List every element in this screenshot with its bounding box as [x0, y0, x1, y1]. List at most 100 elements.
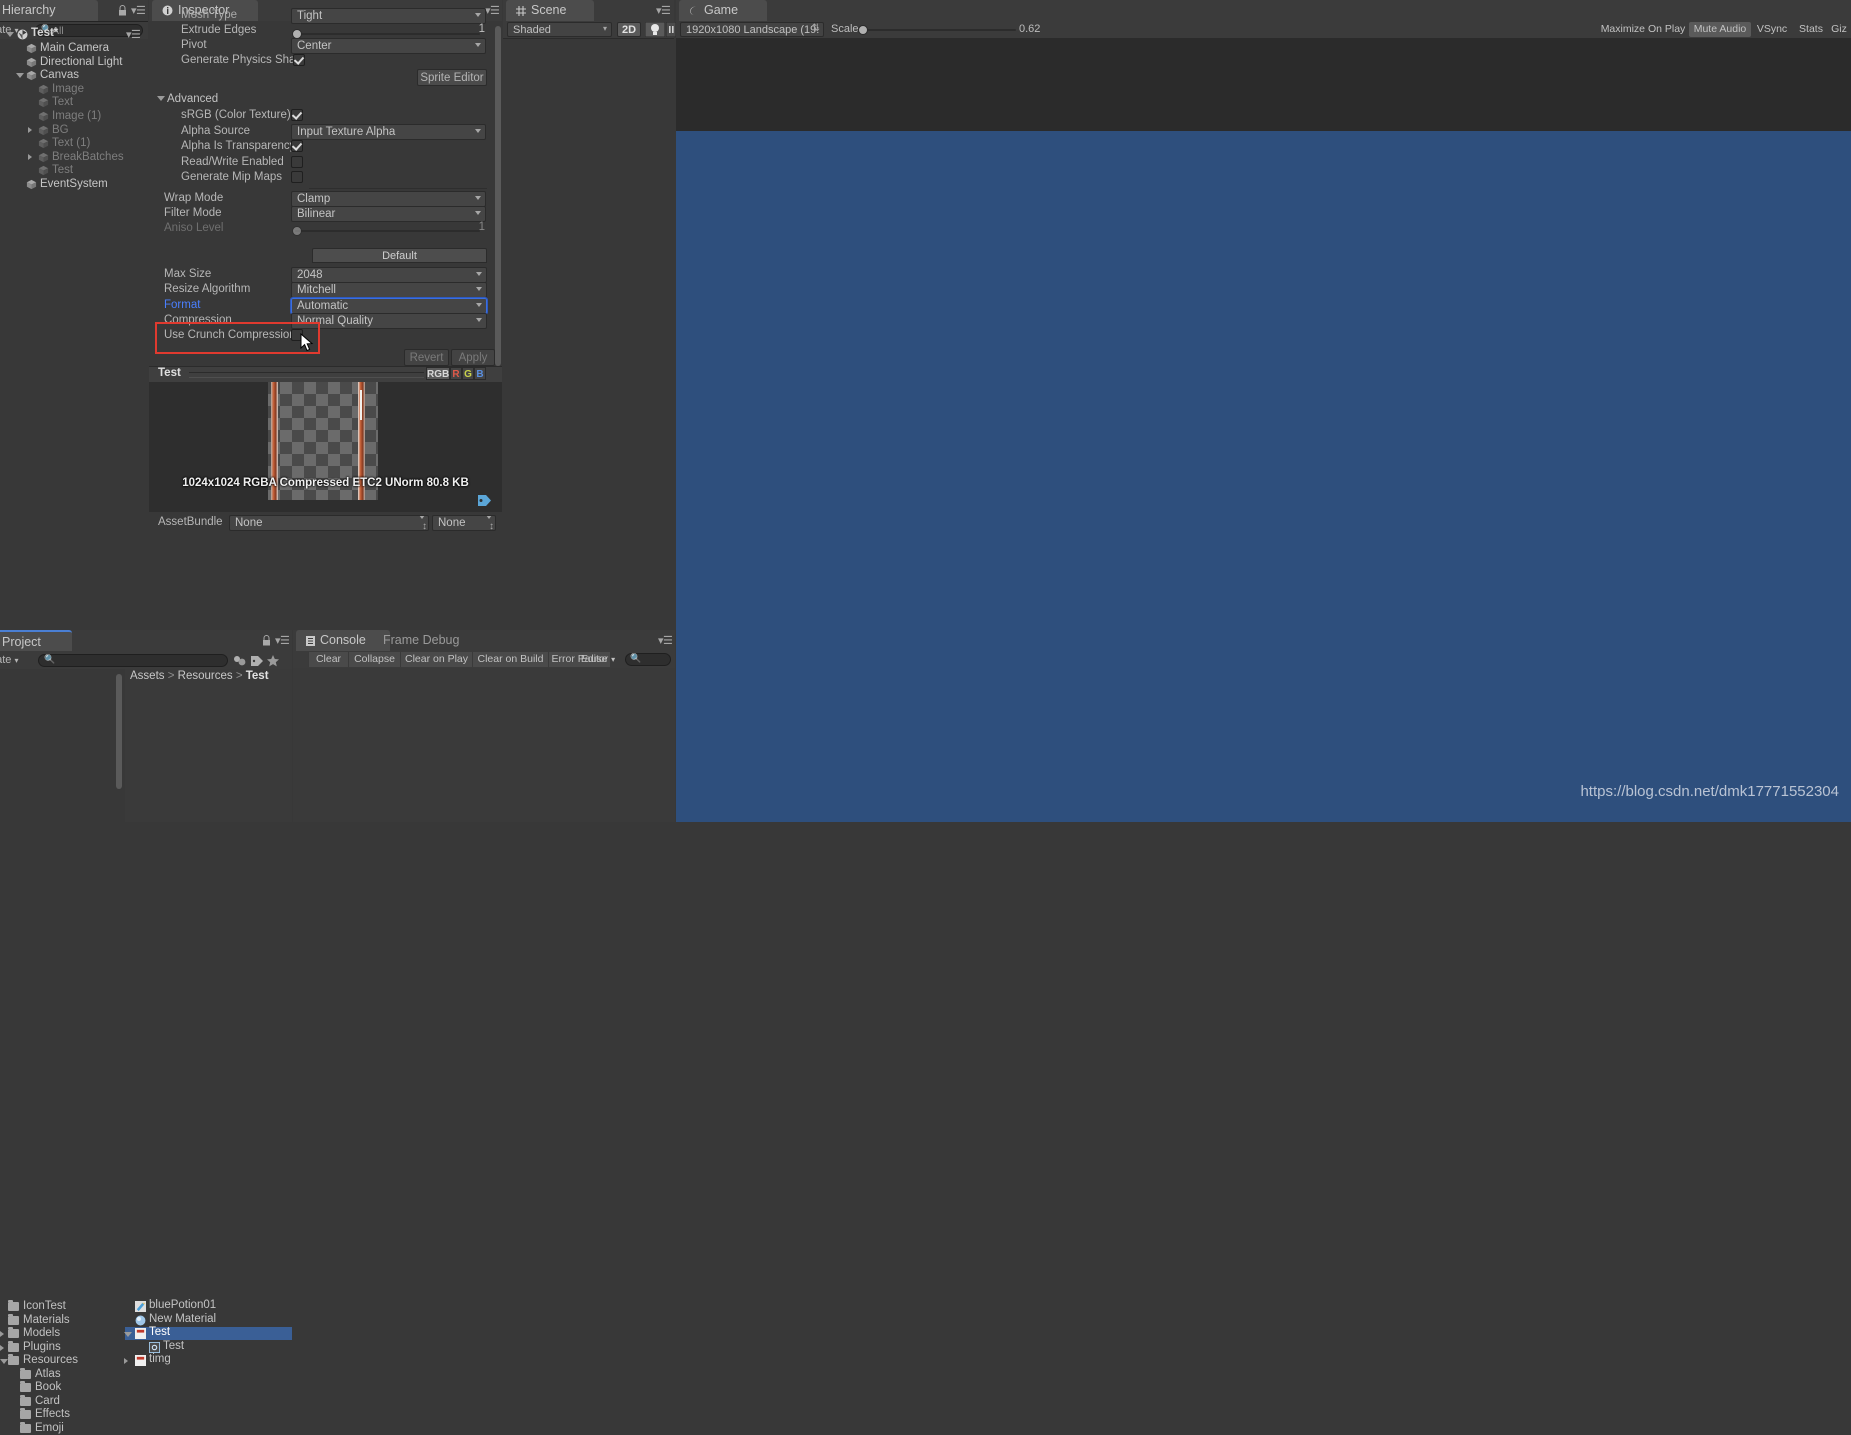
scene-audio-icon[interactable]: [666, 22, 676, 37]
project-folder-effects[interactable]: Effects: [0, 1408, 116, 1421]
alpha-is-transparency-checkbox[interactable]: [291, 140, 303, 152]
hierarchy-item-directional-light[interactable]: Directional Light: [0, 55, 148, 69]
texture-preview-area[interactable]: 1024x1024 RGBA Compressed ETC2 UNorm 80.…: [149, 382, 502, 530]
scene-lighting-icon[interactable]: [645, 22, 665, 37]
max-size-popup[interactable]: 2048: [291, 267, 487, 283]
project-folder-plugins[interactable]: Plugins: [0, 1340, 116, 1354]
scene-menu-icon[interactable]: ▾☰: [656, 4, 671, 17]
hierarchy-item-text-1[interactable]: Text (1): [0, 136, 148, 150]
game-viewport[interactable]: https://blog.csdn.net/dmk17771552304: [676, 38, 1851, 822]
project-search-input[interactable]: 🔍: [38, 654, 228, 667]
advanced-foldout-label[interactable]: Advanced: [167, 93, 218, 105]
project-folder-icontest[interactable]: IconTest: [0, 1300, 116, 1313]
hierarchy-item-main-camera[interactable]: Main Camera: [0, 41, 148, 55]
channel-button-rgb[interactable]: RGB: [426, 367, 450, 380]
breadcrumb-test[interactable]: Test: [246, 670, 269, 682]
scene-2d-toggle[interactable]: 2D: [617, 22, 641, 37]
aniso-level-value[interactable]: 1: [445, 221, 485, 233]
chevron-down-icon[interactable]: [124, 1332, 132, 1340]
filter-mode-popup[interactable]: Bilinear: [291, 206, 486, 222]
console-button-clear[interactable]: Clear: [308, 652, 348, 667]
tab-frame-debug[interactable]: Frame Debug: [373, 630, 469, 651]
breadcrumb[interactable]: Assets > Resources > Test: [130, 670, 269, 682]
hierarchy-item-canvas[interactable]: Canvas: [0, 68, 148, 82]
project-folder-models[interactable]: Models: [0, 1327, 116, 1340]
game-scale-slider-knob[interactable]: [858, 25, 868, 35]
hierarchy-scene-root-row[interactable]: Test* ▾☰: [4, 27, 144, 41]
format-popup[interactable]: Automatic: [290, 296, 488, 315]
favorites-star-icon[interactable]: [266, 654, 280, 668]
chevron-right-icon[interactable]: [28, 126, 32, 133]
game-toolbar-maximize-on-play[interactable]: Maximize On Play: [1597, 22, 1689, 37]
read-write-enabled-checkbox[interactable]: [291, 155, 303, 168]
game-scale-slider-track[interactable]: [861, 29, 1016, 31]
tab-game[interactable]: Game: [679, 0, 767, 21]
tab-project[interactable]: Project: [0, 630, 72, 653]
project-create-button[interactable]: eate ▾: [0, 654, 19, 666]
advanced-foldout-chevron-icon[interactable]: [157, 96, 165, 104]
hierarchy-scene-menu-icon[interactable]: ▾☰: [126, 28, 141, 41]
tab-scene[interactable]: Scene: [506, 0, 594, 21]
chevron-right-icon[interactable]: [0, 1344, 4, 1351]
platform-tab-default[interactable]: Default: [312, 248, 487, 263]
game-toolbar-mute-audio[interactable]: Mute Audio: [1689, 22, 1751, 37]
apply-button[interactable]: Apply: [451, 349, 495, 366]
tag-icon[interactable]: [477, 494, 492, 507]
chevron-right-icon[interactable]: [0, 1331, 4, 1337]
hierarchy-item-breakbatches[interactable]: BreakBatches: [0, 150, 148, 164]
hierarchy-item-image[interactable]: Image: [0, 82, 148, 96]
game-toolbar-giz[interactable]: Giz: [1829, 22, 1849, 37]
project-lock-icon[interactable]: [262, 635, 271, 646]
sprite-editor-button[interactable]: Sprite Editor: [417, 69, 487, 86]
console-button-clear-on-build[interactable]: Clear on Build: [472, 652, 548, 667]
project-folder-atlas[interactable]: Atlas: [0, 1367, 116, 1381]
assetbundle-popup[interactable]: None: [229, 515, 429, 531]
revert-button[interactable]: Revert: [404, 349, 449, 366]
chevron-down-icon[interactable]: [16, 73, 24, 81]
alpha-source-popup[interactable]: Input Texture Alpha: [291, 123, 486, 140]
resize-algorithm-popup[interactable]: Mitchell: [291, 282, 487, 299]
inspector-scrollbar[interactable]: [495, 26, 501, 366]
hierarchy-item-bg[interactable]: BG: [0, 123, 148, 137]
inspector-menu-icon[interactable]: ▾☰: [485, 4, 500, 17]
project-folder-card[interactable]: Card: [0, 1394, 116, 1408]
project-menu-icon[interactable]: ▾☰: [275, 634, 290, 647]
console-menu-icon[interactable]: ▾☰: [658, 634, 673, 647]
channel-button-r[interactable]: R: [450, 367, 462, 380]
wrap-mode-popup[interactable]: Clamp: [291, 191, 486, 207]
chevron-right-icon[interactable]: [124, 1358, 128, 1365]
breadcrumb-assets[interactable]: Assets: [130, 670, 165, 682]
console-search-input[interactable]: 🔍: [625, 653, 671, 666]
console-button-clear-on-play[interactable]: Clear on Play: [400, 652, 472, 667]
pivot-popup[interactable]: Center: [291, 38, 486, 54]
console-button-collapse[interactable]: Collapse: [348, 652, 400, 667]
project-folder-resources[interactable]: Resources: [0, 1354, 116, 1367]
generate-mip-maps-checkbox[interactable]: [291, 171, 303, 183]
hierarchy-item-text[interactable]: Text: [0, 95, 148, 109]
project-folder-book[interactable]: Book: [0, 1381, 116, 1394]
aniso-level-slider-knob[interactable]: [292, 226, 302, 236]
scene-draw-mode-popup[interactable]: Shaded ▾: [507, 22, 612, 37]
project-folder-emoji[interactable]: Emoji: [0, 1421, 116, 1435]
hierarchy-item-eventsystem[interactable]: EventSystem: [0, 177, 148, 191]
mesh-type-popup[interactable]: Tight: [291, 8, 486, 24]
project-folder-materials[interactable]: Materials: [0, 1313, 116, 1327]
breadcrumb-resources[interactable]: Resources: [178, 670, 233, 682]
assetbundle-variant-popup[interactable]: None: [432, 515, 496, 531]
game-aspect-popup[interactable]: 1920x1080 Landscape (19: ⇅: [680, 22, 824, 37]
channel-button-g[interactable]: G: [462, 367, 474, 380]
hierarchy-item-image-1[interactable]: Image (1): [0, 109, 148, 123]
game-toolbar-stats[interactable]: Stats: [1793, 22, 1829, 37]
game-toolbar-vsync[interactable]: VSync: [1751, 22, 1793, 37]
hierarchy-item-test[interactable]: Test: [0, 163, 148, 177]
console-log-area[interactable]: [293, 668, 675, 822]
lock-icon[interactable]: [118, 5, 127, 16]
filter-by-type-icon[interactable]: [232, 654, 248, 668]
hierarchy-menu-icon[interactable]: ▾☰: [131, 4, 146, 17]
filter-by-label-icon[interactable]: [250, 654, 264, 668]
generate-physics-shape-checkbox[interactable]: [293, 54, 305, 66]
channel-button-b[interactable]: B: [474, 367, 486, 380]
tab-hierarchy[interactable]: Hierarchy: [0, 0, 98, 21]
console-editor-dropdown[interactable]: Editor ▾: [574, 652, 622, 667]
chevron-down-icon[interactable]: [0, 1359, 8, 1367]
